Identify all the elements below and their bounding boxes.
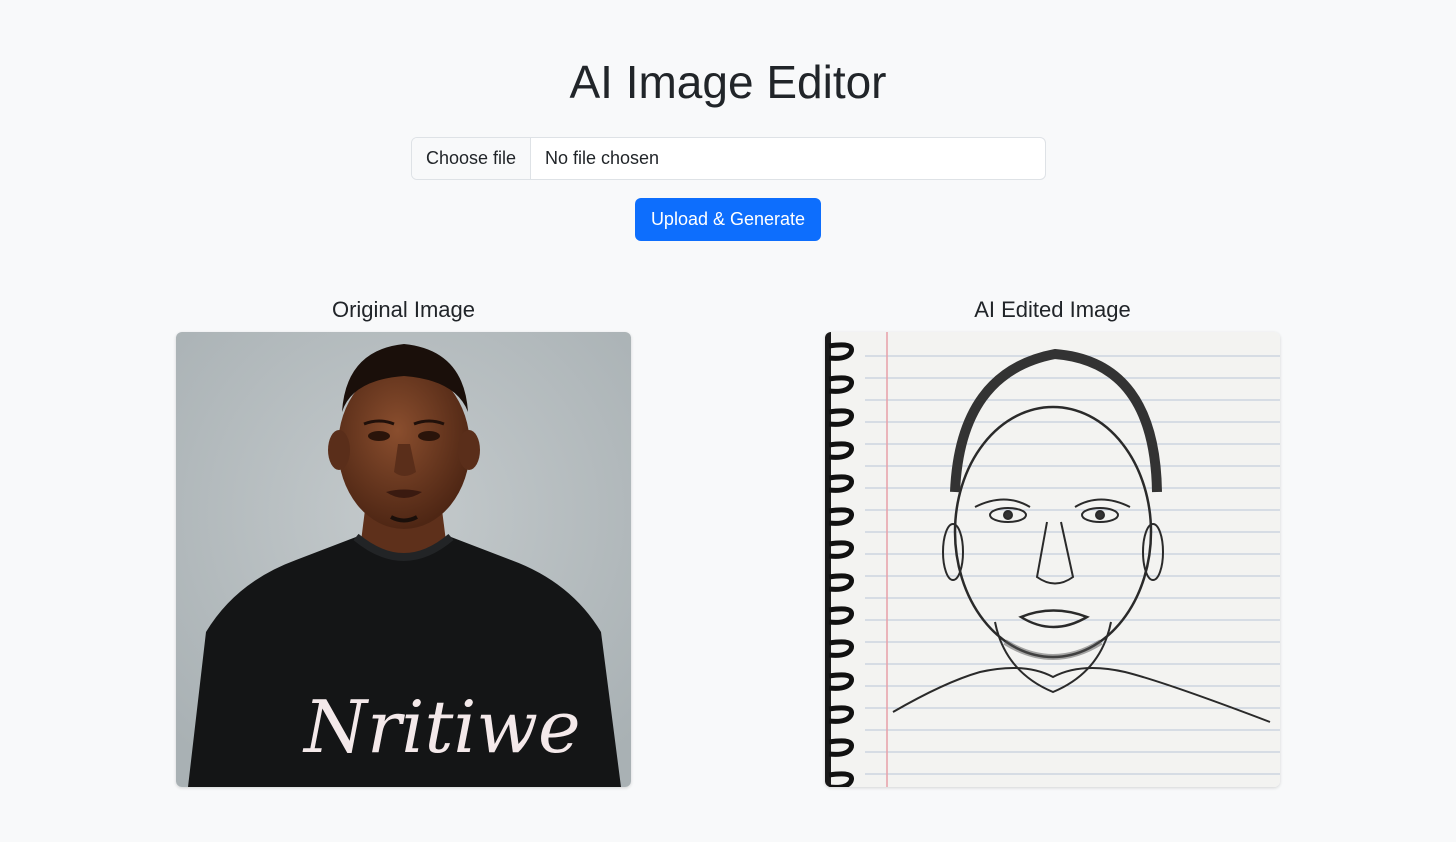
shirt-script-text: Nritiwe — [302, 685, 581, 769]
choose-file-button[interactable]: Choose file — [412, 138, 531, 179]
original-image: Nritiwe — [176, 332, 631, 787]
edited-image — [825, 332, 1280, 787]
upload-generate-button[interactable]: Upload & Generate — [635, 198, 821, 241]
file-input[interactable]: Choose file No file chosen — [411, 137, 1046, 180]
edited-image-label: AI Edited Image — [974, 297, 1131, 322]
page-title: AI Image Editor — [569, 56, 887, 108]
original-image-label: Original Image — [331, 297, 476, 322]
file-status-text: No file chosen — [545, 148, 660, 168]
